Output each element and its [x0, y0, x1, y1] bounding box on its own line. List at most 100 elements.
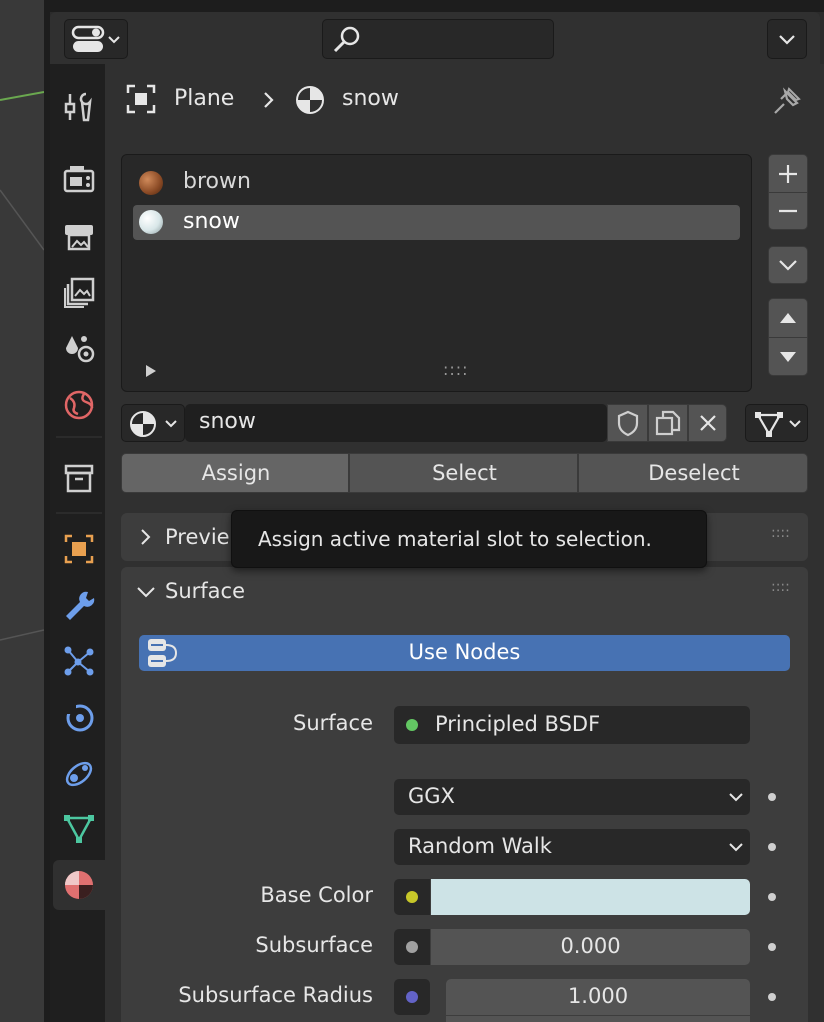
- tooltip-text: Assign active material slot to selection…: [258, 527, 652, 551]
- material-name-field[interactable]: snow: [185, 404, 607, 442]
- browse-material-button[interactable]: [121, 404, 185, 442]
- search-field[interactable]: [322, 19, 554, 59]
- search-input[interactable]: [367, 26, 547, 54]
- tab-tool[interactable]: [60, 88, 98, 126]
- object-icon: [126, 84, 156, 114]
- duplicate-icon: [655, 410, 681, 436]
- tabs-separator: [56, 436, 102, 438]
- breadcrumb-object: Plane: [174, 86, 235, 111]
- tab-object[interactable]: [60, 530, 98, 568]
- base-color-socket-button[interactable]: [394, 879, 430, 915]
- tab-scene[interactable]: [60, 330, 98, 368]
- list-item[interactable]: brown: [133, 166, 740, 200]
- slot-specials-button[interactable]: [768, 246, 808, 284]
- subsurface-radius-field-next[interactable]: [446, 1016, 750, 1022]
- options-dropdown-button[interactable]: [767, 19, 807, 59]
- constraints-icon: [65, 761, 93, 787]
- panel-drag-grip[interactable]: ::::: [771, 525, 790, 541]
- unlink-material-button[interactable]: [688, 404, 727, 442]
- duplicate-material-button[interactable]: [648, 404, 688, 442]
- list-resize-grip[interactable]: ::::: [443, 360, 469, 379]
- add-slot-button[interactable]: [769, 155, 807, 193]
- physics-icon: [64, 702, 94, 732]
- chevron-down-icon: [729, 843, 743, 852]
- scene-icon: [66, 336, 95, 363]
- material-icon: [65, 871, 93, 899]
- chevron-right-icon: [141, 529, 151, 545]
- subsurface-value: 0.000: [560, 934, 621, 958]
- editor-type-button[interactable]: [64, 19, 128, 59]
- tab-world[interactable]: [60, 386, 98, 424]
- shader-socket-icon: [406, 719, 418, 731]
- color-socket-icon: [406, 891, 418, 903]
- use-nodes-label: Use Nodes: [408, 640, 521, 664]
- tab-view-layer[interactable]: [60, 274, 98, 312]
- keyframe-dot[interactable]: [768, 943, 776, 951]
- viewport-lines: [0, 91, 44, 641]
- plus-icon: [779, 164, 797, 183]
- material-icon: [130, 411, 177, 437]
- breadcrumb: Plane snow: [122, 80, 782, 120]
- distribution-dropdown[interactable]: GGX: [394, 779, 750, 815]
- tab-physics[interactable]: [60, 698, 98, 736]
- world-icon: [64, 390, 94, 420]
- surface-panel-label: Surface: [165, 579, 246, 603]
- tab-render[interactable]: [60, 160, 98, 198]
- chevron-down-icon: [729, 793, 743, 802]
- material-name-value: snow: [199, 409, 256, 434]
- tab-constraints[interactable]: [60, 754, 98, 792]
- deselect-button[interactable]: Deselect: [578, 453, 808, 493]
- subsurface-radius-socket-button[interactable]: [394, 979, 430, 1015]
- tab-material[interactable]: [60, 866, 98, 904]
- subsurface-radius-field[interactable]: 1.000: [446, 979, 750, 1015]
- keyframe-dot[interactable]: [768, 993, 776, 1001]
- mesh-data-icon: [755, 412, 801, 437]
- surface-shader-field[interactable]: Principled BSDF: [394, 706, 750, 744]
- pin-button[interactable]: [768, 82, 806, 120]
- particles-icon: [64, 646, 94, 676]
- tab-output[interactable]: [60, 217, 98, 255]
- assign-label: Assign: [201, 461, 271, 485]
- base-color-swatch[interactable]: [431, 879, 750, 915]
- modifier-icon: [66, 591, 95, 620]
- preview-panel-label: Previe: [165, 525, 230, 549]
- triangle-up-icon: [780, 313, 796, 323]
- material-icon: [296, 86, 324, 114]
- fake-user-button[interactable]: [607, 404, 648, 442]
- select-button[interactable]: Select: [349, 453, 578, 493]
- slot-move-group: [768, 298, 808, 376]
- link-dropdown-button[interactable]: [745, 404, 808, 442]
- select-label: Select: [432, 461, 497, 485]
- keyframe-dot[interactable]: [768, 793, 776, 801]
- move-down-button[interactable]: [769, 338, 807, 375]
- panel-drag-grip[interactable]: ::::: [771, 579, 790, 595]
- use-nodes-button[interactable]: Use Nodes: [139, 635, 790, 671]
- data-icon: [64, 815, 94, 843]
- tab-particles[interactable]: [60, 642, 98, 680]
- close-icon: [699, 415, 716, 431]
- move-up-button[interactable]: [769, 299, 807, 338]
- chevron-down-icon: [779, 260, 797, 271]
- tab-modifier[interactable]: [60, 586, 98, 624]
- tab-data[interactable]: [60, 810, 98, 848]
- keyframe-dot[interactable]: [768, 843, 776, 851]
- render-icon: [63, 166, 95, 193]
- subsurface-slider[interactable]: 0.000: [431, 929, 750, 965]
- editor-type-icon: [71, 25, 120, 52]
- object-icon: [64, 534, 94, 564]
- chevron-right-icon: [264, 92, 274, 108]
- remove-slot-button[interactable]: [769, 193, 807, 229]
- list-item-active[interactable]: snow: [133, 205, 740, 240]
- filter-toggle-icon[interactable]: [143, 363, 159, 379]
- surface-shader-value: Principled BSDF: [435, 712, 601, 736]
- material-preview-icon: [139, 171, 163, 195]
- tab-collection[interactable]: [60, 459, 98, 497]
- subsurface-method-dropdown[interactable]: Random Walk: [394, 829, 750, 865]
- assign-button[interactable]: Assign: [121, 453, 349, 493]
- viewport-edge: [0, 0, 44, 1022]
- slot-name: snow: [183, 209, 240, 234]
- subsurface-socket-button[interactable]: [394, 929, 430, 965]
- view-layer-icon: [64, 277, 95, 308]
- keyframe-dot[interactable]: [768, 893, 776, 901]
- output-icon: [65, 225, 93, 251]
